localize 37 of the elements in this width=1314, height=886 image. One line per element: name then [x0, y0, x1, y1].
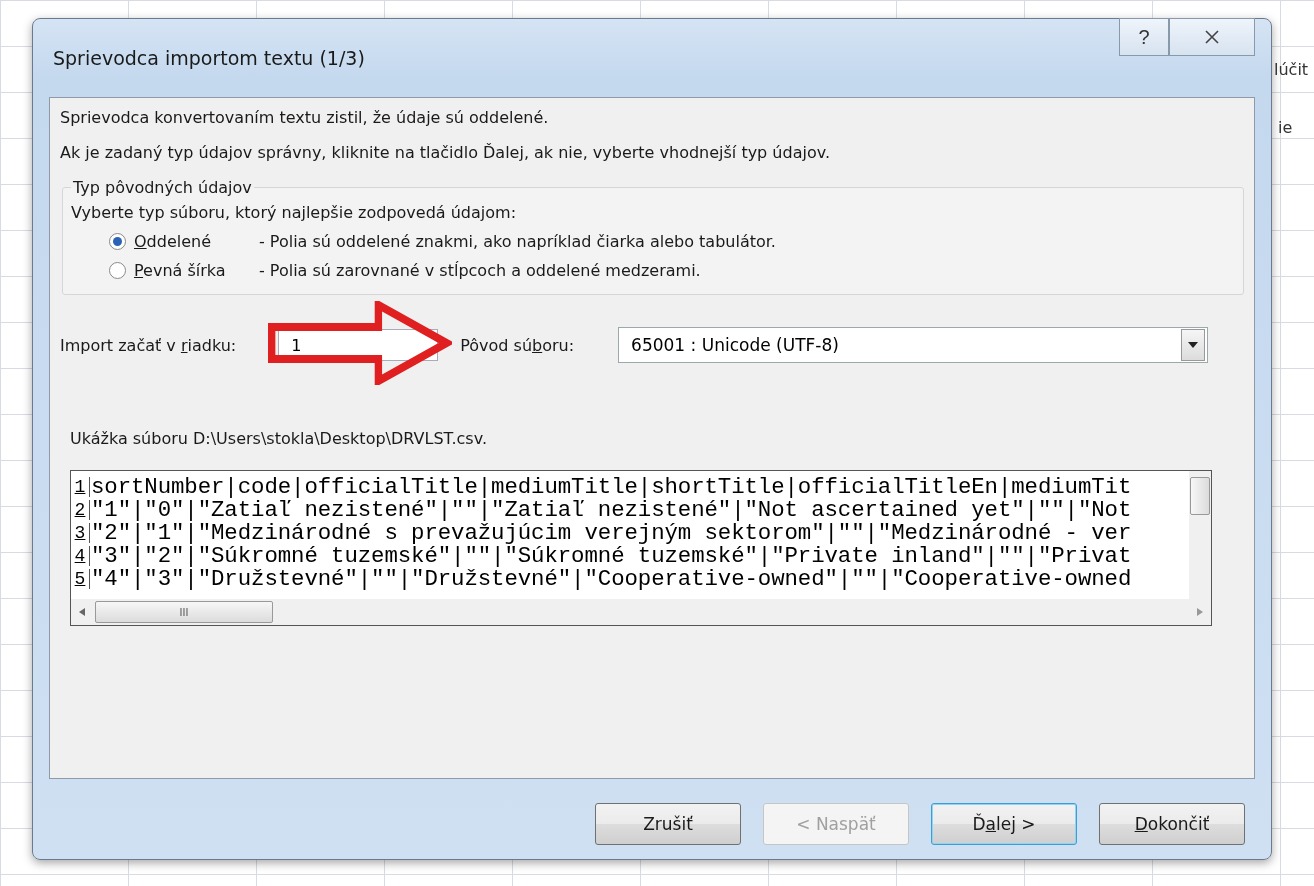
origin-label: Pôvod súboru:: [460, 335, 575, 355]
dialog-button[interactable]: Dokončiť: [1099, 803, 1245, 845]
origin-dropdown[interactable]: 65001 : Unicode (UTF-8): [618, 327, 1209, 363]
prompt-text: Vyberte typ súboru, ktorý najlepšie zodpovedá údajom:: [71, 203, 518, 222]
close-button[interactable]: [1169, 18, 1255, 56]
right-arrow-icon[interactable]: [1197, 608, 1203, 616]
caret-icon: [1188, 342, 1199, 348]
option-description: - Polia sú oddelené znakmi, ako napríklad čiarka alebo tabulátor.: [259, 232, 777, 251]
scroll-thumb[interactable]: III: [95, 601, 273, 623]
radio-icon[interactable]: [109, 262, 126, 279]
left-arrow-icon[interactable]: [79, 608, 85, 616]
start-row-label: Import začať v riadku:: [60, 335, 237, 355]
close-icon: [1203, 28, 1221, 46]
radio-icon[interactable]: [109, 233, 126, 250]
dialog-button[interactable]: Ďalej >: [931, 803, 1077, 845]
scroll-thumb[interactable]: [1190, 477, 1210, 515]
line-number: 5: [71, 568, 90, 589]
radio-option[interactable]: Oddelené: [109, 232, 259, 251]
instruction-text: Ak je zadaný typ údajov správny, kliknite na tlačidlo Ďalej, ak nie, vyberte vhodnejší typ údajov.: [60, 143, 831, 162]
help-button[interactable]: ?: [1119, 18, 1169, 56]
vertical-scrollbar[interactable]: [1189, 471, 1211, 599]
line-number: 3: [71, 522, 90, 543]
background-text: ie: [1278, 118, 1293, 137]
line-number: 4: [71, 545, 90, 566]
option-description: - Polia sú zarovnané v stĺpcoch a oddelené medzerami.: [259, 261, 702, 280]
horizontal-scrollbar[interactable]: III: [71, 599, 1211, 625]
instruction-text: Sprievodca konvertovaním textu zistil, že údaje sú oddelené.: [60, 108, 550, 127]
background-text: lúčit: [1274, 60, 1309, 79]
dialog-button[interactable]: Zrušiť: [595, 803, 741, 845]
radio-option[interactable]: Pevná šírka: [109, 261, 259, 280]
group-legend: Typ pôvodných údajov: [71, 178, 254, 197]
dropdown-button[interactable]: [1181, 329, 1206, 361]
line-number: 1: [71, 476, 90, 497]
line-number: 2: [71, 499, 90, 520]
window-title: Sprievodca importom textu (1/3): [52, 47, 365, 69]
preview-line: sortNumber|code|officialTitle|mediumTitle|shortTitle|officialTitleEn|mediumTit: [90, 473, 1132, 500]
preview-title: Ukážka súboru D:\Users\stokla\Desktop\DRVLST.csv.: [70, 429, 488, 448]
